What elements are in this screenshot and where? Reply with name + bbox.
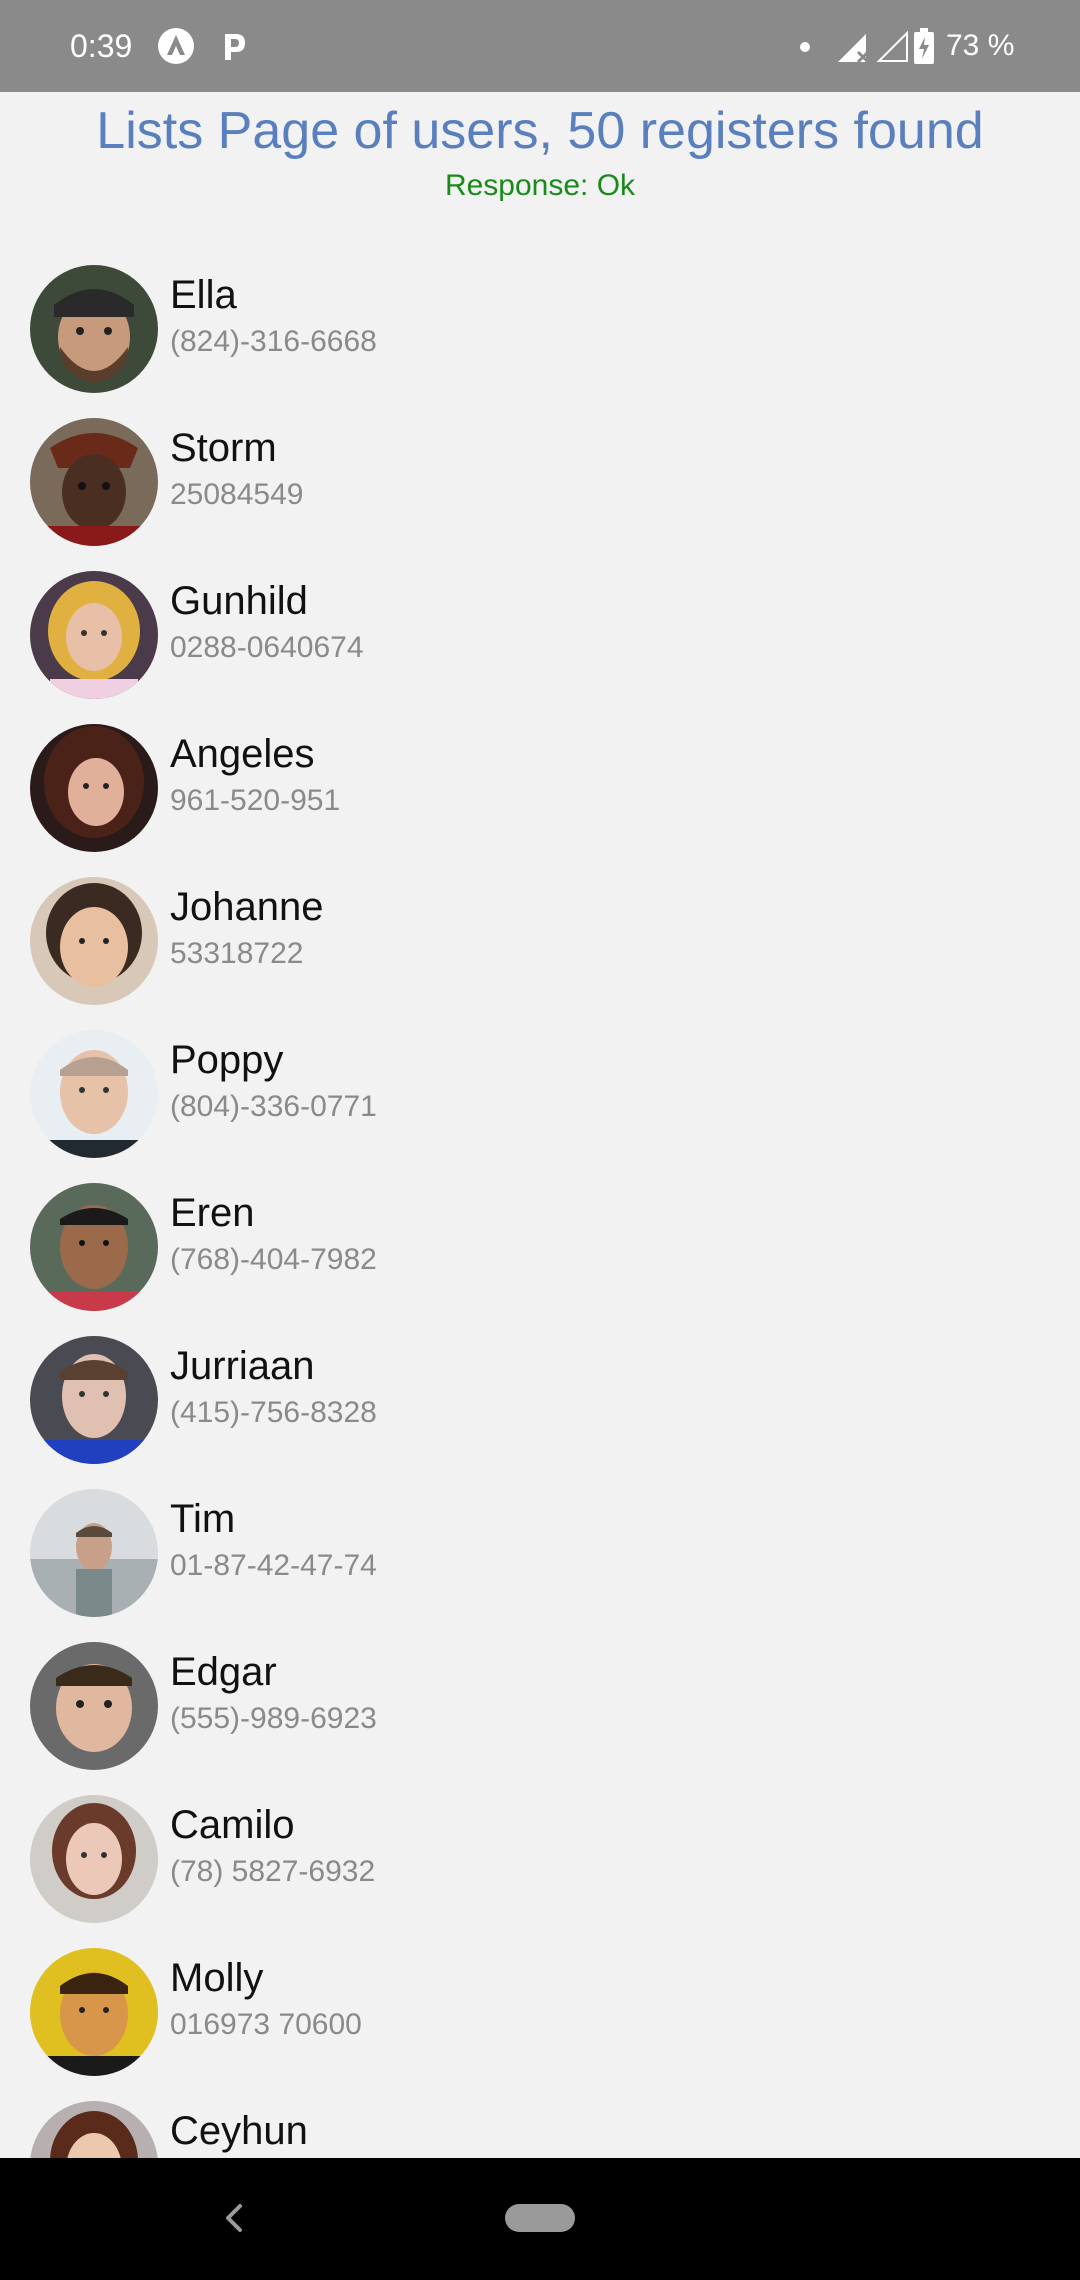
user-phone: (804)-336-0771 — [170, 1090, 377, 1123]
wifi-signal-icon — [876, 30, 910, 64]
user-name: Edgar — [170, 1650, 277, 1694]
avatar — [30, 1489, 158, 1617]
user-phone: 961-520-951 — [170, 784, 341, 817]
list-item[interactable]: Ceyhun — [0, 2094, 1080, 2158]
list-item[interactable]: Gunhild 0288-0640674 — [0, 564, 1080, 717]
avatar — [30, 1642, 158, 1770]
list-item[interactable]: Tim 01-87-42-47-74 — [0, 1482, 1080, 1635]
arrow-app-icon — [156, 26, 196, 66]
list-item[interactable]: Ella (824)-316-6668 — [0, 258, 1080, 411]
avatar — [30, 724, 158, 852]
user-name: Jurriaan — [170, 1344, 315, 1388]
back-icon[interactable] — [216, 2198, 252, 2238]
user-phone: (78) 5827-6932 — [170, 1855, 376, 1888]
user-name: Molly — [170, 1956, 264, 2000]
avatar — [30, 418, 158, 546]
list-item[interactable]: Poppy (804)-336-0771 — [0, 1023, 1080, 1176]
user-name: Eren — [170, 1191, 255, 1235]
home-pill-icon[interactable] — [505, 2204, 575, 2232]
list-item[interactable]: Jurriaan (415)-756-8328 — [0, 1329, 1080, 1482]
list-item[interactable]: Molly 016973 70600 — [0, 1941, 1080, 2094]
response-status: Response: Ok — [444, 169, 636, 202]
battery-charging-icon — [914, 28, 934, 64]
avatar — [30, 1948, 158, 2076]
avatar — [30, 1795, 158, 1923]
avatar — [30, 1030, 158, 1158]
user-name: Angeles — [170, 732, 315, 776]
user-name: Storm — [170, 426, 277, 470]
user-phone: (824)-316-6668 — [170, 325, 377, 358]
status-bar: 0:39 73 % — [0, 0, 1080, 92]
cell-signal-icon — [836, 30, 870, 64]
user-phone: 53318722 — [170, 937, 304, 970]
list-item[interactable]: Edgar (555)-989-6923 — [0, 1635, 1080, 1788]
avatar — [30, 2101, 158, 2158]
user-name: Camilo — [170, 1803, 295, 1847]
battery-percentage: 73 % — [946, 29, 1015, 62]
user-name: Johanne — [170, 885, 324, 929]
user-phone: 0288-0640674 — [170, 631, 364, 664]
navigation-bar — [0, 2158, 1080, 2280]
user-phone: 25084549 — [170, 478, 304, 511]
user-phone: 01-87-42-47-74 — [170, 1549, 377, 1582]
user-name: Tim — [170, 1497, 236, 1541]
status-time: 0:39 — [70, 28, 133, 64]
list-item[interactable]: Johanne 53318722 — [0, 870, 1080, 1023]
list-item[interactable]: Camilo (78) 5827-6932 — [0, 1788, 1080, 1941]
avatar — [30, 571, 158, 699]
avatar — [30, 1183, 158, 1311]
avatar — [30, 265, 158, 393]
parking-app-icon — [214, 26, 254, 66]
user-name: Gunhild — [170, 579, 308, 623]
list-item[interactable]: Angeles 961-520-951 — [0, 717, 1080, 870]
page-title: Lists Page of users, 50 registers found — [96, 102, 984, 160]
avatar — [30, 877, 158, 1005]
user-phone: (555)-989-6923 — [170, 1702, 377, 1735]
user-phone: (768)-404-7982 — [170, 1243, 377, 1276]
list-item[interactable]: Eren (768)-404-7982 — [0, 1176, 1080, 1329]
user-name: Ella — [170, 273, 237, 317]
user-name: Ceyhun — [170, 2109, 308, 2153]
user-phone: (415)-756-8328 — [170, 1396, 377, 1429]
avatar — [30, 1336, 158, 1464]
user-list[interactable]: Ella (824)-316-6668 Storm 25084549 Gunhi… — [0, 258, 1080, 2158]
user-phone: 016973 70600 — [170, 2008, 362, 2041]
user-name: Poppy — [170, 1038, 284, 1082]
notification-dot-icon — [800, 42, 810, 52]
list-item[interactable]: Storm 25084549 — [0, 411, 1080, 564]
